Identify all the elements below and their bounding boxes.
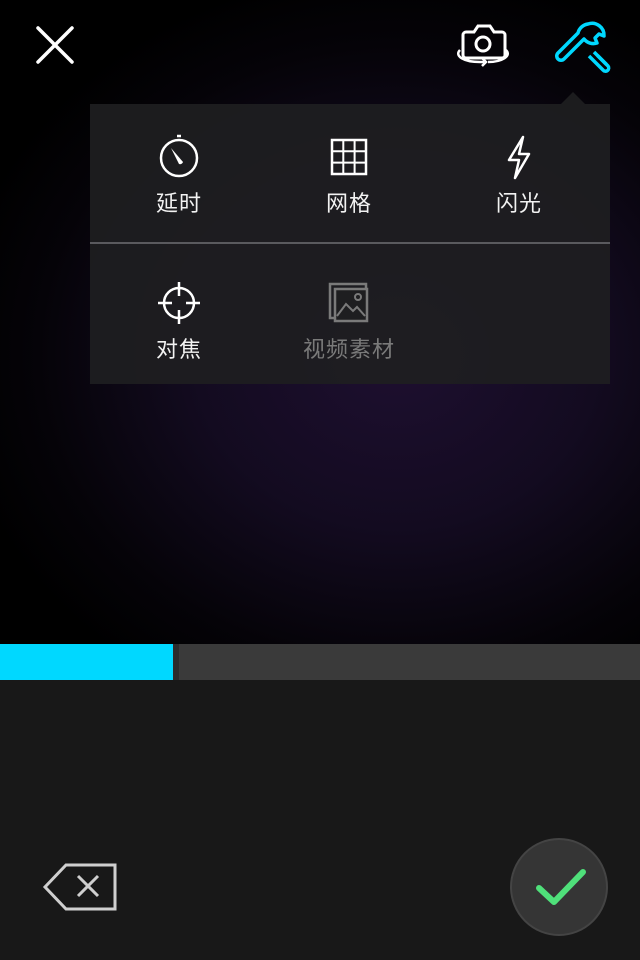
- recording-progress-fill: [0, 644, 173, 680]
- delete-backspace-icon: [42, 863, 117, 911]
- menu-item-timer[interactable]: 延时: [94, 134, 264, 234]
- menu-divider: [90, 242, 610, 244]
- focus-icon: [158, 282, 200, 324]
- menu-item-label: 视频素材: [302, 338, 395, 363]
- menu-item-label: 对焦: [155, 338, 202, 363]
- recording-segment-marker: [173, 644, 179, 680]
- camera-flip-button[interactable]: [452, 16, 514, 72]
- video-material-icon: [328, 282, 369, 323]
- menu-item-flash[interactable]: 闪光: [434, 134, 604, 234]
- checkmark-icon: [536, 869, 586, 905]
- menu-item-label: 闪光: [495, 192, 542, 217]
- recording-progress-bar: [0, 644, 640, 680]
- close-icon: [36, 26, 74, 64]
- flash-icon: [507, 135, 531, 180]
- menu-item-video-material[interactable]: 视频素材: [264, 280, 434, 380]
- grid-icon: [330, 138, 368, 176]
- menu-item-focus[interactable]: 对焦: [94, 280, 264, 380]
- confirm-button[interactable]: [510, 838, 608, 936]
- menu-item-label: 网格: [325, 192, 372, 217]
- tools-menu: 延时 网格 闪光 对焦 视频素材: [90, 104, 610, 384]
- camera-flip-icon: [457, 24, 509, 67]
- timer-icon: [159, 134, 199, 178]
- menu-item-grid[interactable]: 网格: [264, 134, 434, 234]
- wrench-icon: [555, 21, 611, 73]
- menu-caret: [561, 92, 585, 104]
- menu-item-label: 延时: [155, 192, 202, 217]
- delete-segment-button[interactable]: [42, 862, 118, 912]
- tools-button[interactable]: [554, 16, 614, 74]
- close-button[interactable]: [30, 20, 80, 70]
